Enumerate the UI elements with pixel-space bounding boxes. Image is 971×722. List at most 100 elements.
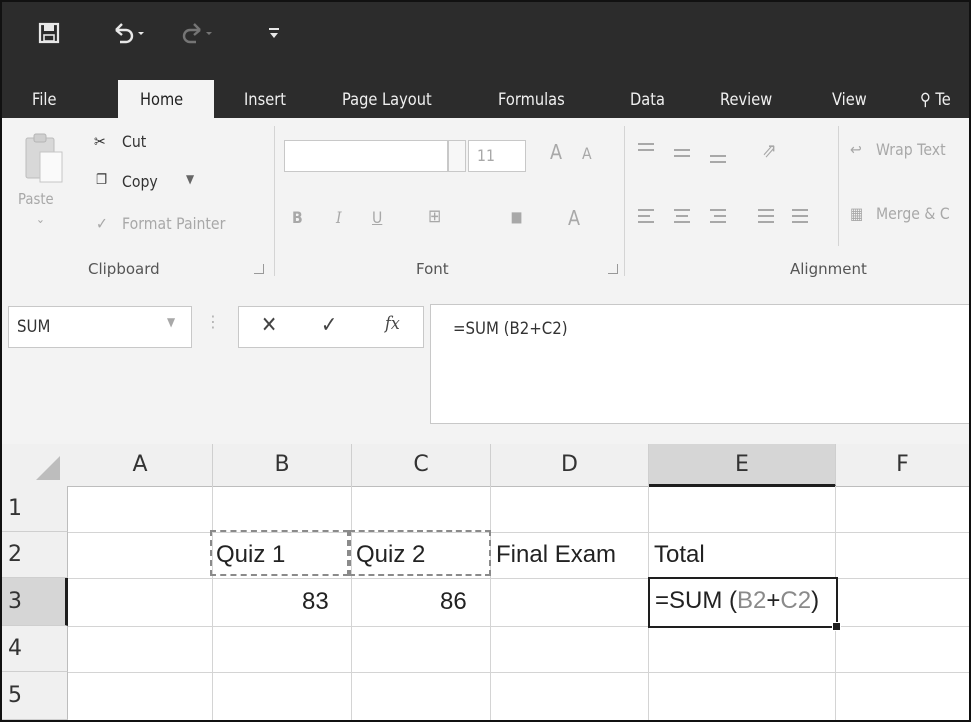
align-top-icons[interactable] [634, 140, 744, 166]
tell-me-search[interactable]: ⚲ Te [920, 90, 951, 110]
formula-ref-b2: B2 [737, 587, 767, 614]
gridline [351, 486, 352, 720]
paste-icon [25, 133, 63, 183]
quick-access-toolbar [2, 2, 969, 62]
fill-handle[interactable] [832, 622, 841, 631]
copy-dropdown-icon: ▼ [186, 172, 195, 186]
underline-button[interactable]: U [372, 208, 382, 227]
alignment-group-label: Alignment [790, 260, 867, 278]
name-box-dropdown-icon[interactable]: ▼ [167, 315, 175, 329]
font-dialog-launcher-icon[interactable] [608, 264, 618, 274]
formula-ref-c2: C2 [780, 587, 812, 614]
column-header-c[interactable]: C [352, 444, 491, 487]
cell-b2[interactable]: Quiz 1 [216, 541, 285, 569]
formula-plus: + [766, 587, 781, 614]
column-header-b[interactable]: B [213, 444, 352, 487]
font-color-button[interactable]: A [568, 206, 580, 230]
shrink-font-button[interactable]: A [582, 144, 592, 163]
font-size-input[interactable]: 11 [468, 140, 526, 172]
cell-e3-formula: =SUM (B2+C2) [655, 587, 819, 615]
tell-me-label: Te [935, 90, 951, 110]
cell-b3[interactable]: 83 [302, 588, 329, 616]
format-painter-label: Format Painter [122, 214, 226, 233]
row-header-5[interactable]: 5 [2, 672, 68, 720]
tab-page-layout[interactable]: Page Layout [342, 90, 432, 110]
copy-button[interactable]: ❐ Copy ▼ [94, 172, 214, 198]
cancel-button[interactable]: ✕ [261, 313, 277, 338]
bold-button[interactable]: B [292, 208, 303, 227]
tab-review[interactable]: Review [720, 90, 772, 110]
row-header-1[interactable]: 1 [2, 486, 68, 532]
align-horizontal-icons[interactable] [634, 204, 834, 230]
gridline [68, 532, 969, 533]
insert-function-button[interactable]: fx [385, 313, 400, 334]
merge-center-button[interactable]: ▦ Merge & C [850, 204, 969, 230]
scissors-icon: ✂ [94, 132, 106, 151]
tab-formulas[interactable]: Formulas [498, 90, 565, 110]
fill-color-icon[interactable]: ◾ [510, 204, 523, 228]
row-header-3[interactable]: 3 [2, 578, 68, 626]
group-separator [624, 126, 625, 276]
tab-view[interactable]: View [832, 90, 867, 110]
formula-text: =SUM (B2+C2) [453, 319, 568, 339]
formula-input[interactable]: =SUM (B2+C2) [430, 304, 969, 424]
redo-icon[interactable] [180, 2, 214, 62]
font-name-dropdown-icon[interactable] [448, 140, 466, 172]
select-all-button[interactable] [2, 444, 69, 487]
lightbulb-icon: ⚲ [920, 90, 931, 110]
row-header-2[interactable]: 2 [2, 532, 68, 578]
cell-c3[interactable]: 86 [440, 588, 467, 616]
paste-label: Paste [18, 190, 54, 208]
active-cell-e3[interactable]: =SUM (B2+C2) [648, 577, 841, 631]
tab-file[interactable]: File [32, 90, 56, 110]
customize-qat-icon[interactable] [268, 2, 280, 62]
brush-icon: ✓ [96, 214, 108, 233]
orientation-icon[interactable]: ⇗ [762, 138, 777, 162]
enter-button[interactable]: ✓ [321, 313, 337, 338]
tab-data[interactable]: Data [630, 90, 665, 110]
cut-button[interactable]: ✂ Cut [94, 132, 184, 158]
format-painter-button[interactable]: ✓ Format Painter [94, 214, 264, 240]
font-name-input[interactable] [284, 140, 448, 172]
worksheet-grid: A B C D E F 1 2 3 4 5 Quiz 1 Quiz 2 Fina… [2, 444, 969, 720]
grow-font-button[interactable]: A [550, 140, 562, 164]
formula-bar-grip-icon[interactable]: ⋮ [206, 312, 220, 331]
paste-button[interactable]: Paste ⌄ [16, 128, 64, 238]
excel-window: File Home Insert Page Layout Formulas Da… [0, 0, 971, 722]
wrap-text-button[interactable]: ↩ Wrap Text [850, 140, 969, 166]
merge-icon: ▦ [850, 204, 864, 223]
column-header-e[interactable]: E [649, 444, 836, 487]
tab-home[interactable]: Home [140, 90, 183, 110]
copy-label: Copy [122, 172, 158, 191]
paste-dropdown-icon: ⌄ [36, 212, 45, 226]
column-header-f[interactable]: F [836, 444, 969, 487]
cell-e2[interactable]: Total [654, 541, 705, 569]
gridline [490, 486, 491, 720]
wrap-text-label: Wrap Text [876, 140, 946, 159]
undo-icon[interactable] [112, 2, 146, 62]
row-header-4[interactable]: 4 [2, 626, 68, 672]
font-group-label: Font [416, 260, 449, 278]
name-box[interactable]: SUM ▼ [8, 306, 192, 348]
cut-label: Cut [122, 132, 147, 151]
cell-c2[interactable]: Quiz 2 [356, 541, 425, 569]
column-header-d[interactable]: D [491, 444, 649, 487]
copy-icon: ❐ [96, 172, 108, 188]
formula-actions: ✕ ✓ fx [238, 306, 424, 348]
formula-bar-area: SUM ▼ ⋮ ✕ ✓ fx =SUM (B2+C2) [2, 286, 969, 444]
cell-d2[interactable]: Final Exam [496, 541, 616, 569]
column-header-a[interactable]: A [68, 444, 213, 487]
font-size-value: 11 [477, 146, 495, 165]
borders-icon[interactable]: ⊞ [428, 206, 441, 227]
gridline [68, 672, 969, 673]
formula-suffix: ) [811, 587, 820, 614]
save-icon[interactable] [38, 2, 60, 62]
clipboard-dialog-launcher-icon[interactable] [254, 264, 264, 274]
tab-insert[interactable]: Insert [244, 90, 286, 110]
italic-button[interactable]: I [336, 208, 342, 227]
gridline [212, 486, 213, 720]
name-box-value: SUM [17, 317, 51, 337]
home-ribbon: Paste ⌄ ✂ Cut ❐ Copy ▼ ✓ Format Painter … [2, 118, 969, 287]
formula-prefix: =SUM ( [655, 587, 738, 614]
merge-label: Merge & C [876, 204, 950, 223]
